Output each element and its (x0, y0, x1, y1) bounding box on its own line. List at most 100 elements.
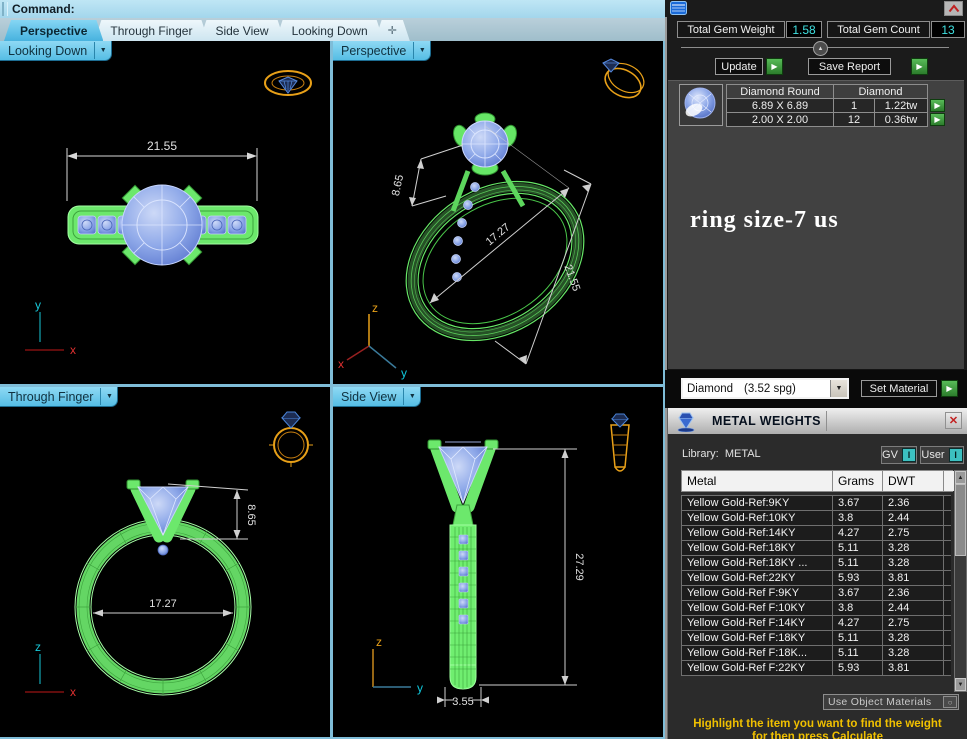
toolbar-grip-icon (2, 2, 8, 16)
save-report-button[interactable]: Save Report (808, 58, 891, 75)
scroll-up-button[interactable]: ▲ (955, 471, 966, 484)
metal-row[interactable]: Yellow Gold-Ref:9KY3.672.36 (681, 495, 951, 511)
user-toggle-button[interactable]: User I (920, 446, 964, 464)
app-window: Command: Perspective Through Finger Side… (0, 0, 967, 739)
gem-weight-cell[interactable]: 1.22tw (875, 99, 927, 112)
metal-row[interactable]: Yellow Gold-Ref F:10KY3.82.44 (681, 600, 951, 616)
dim-inner-diameter-text: 17.27 (484, 221, 513, 248)
viewport-menu-icon[interactable]: ▼ (404, 393, 420, 400)
dim-head-height-text: 8.65 (390, 174, 406, 197)
tab-perspective[interactable]: Perspective (4, 20, 103, 41)
perspective-canvas[interactable]: 8.65 17.27 21.55 z x y (333, 41, 663, 384)
chevron-up-icon: ▲ (818, 46, 824, 52)
metal-table-header: Metal Grams DWT (681, 470, 953, 492)
viewport-looking-down[interactable]: Looking Down ▼ 21.55 (0, 41, 330, 384)
update-go-button[interactable]: ▶ (766, 58, 783, 75)
viewport-through-finger-label[interactable]: Through Finger ▼ (0, 387, 118, 407)
gv-toggle-button[interactable]: GV I (881, 446, 917, 464)
dropdown-arrow-icon[interactable]: ▼ (830, 380, 847, 397)
tab-add-layout[interactable]: ✛ (375, 20, 410, 41)
instruction-line-1: Highlight the item you want to find the … (668, 718, 967, 731)
metal-row[interactable]: Yellow Gold-Ref F:22KY5.933.81 (681, 660, 951, 676)
metal-row[interactable]: Yellow Gold-Ref F:9KY3.672.36 (681, 585, 951, 601)
gem-weight-cell[interactable]: 0.36tw (875, 113, 927, 126)
axis-z-label: z (372, 301, 378, 315)
metal-weights-title: METAL WEIGHTS (712, 414, 821, 428)
play-icon: ▶ (934, 101, 940, 110)
gem-report-icon[interactable] (670, 1, 687, 15)
viewport-perspective-label[interactable]: Perspective ▼ (333, 41, 431, 61)
tab-side-view[interactable]: Side View (199, 20, 284, 41)
play-icon: ▶ (934, 115, 940, 124)
update-button[interactable]: Update (715, 58, 763, 75)
gem-size-cell[interactable]: 2.00 X 2.00 (727, 113, 833, 126)
column-metal[interactable]: Metal (682, 471, 832, 491)
dim-head-height-text: 8.65 (245, 504, 257, 525)
gem-row-go-button[interactable]: ▶ (930, 113, 945, 126)
viewport-menu-icon[interactable]: ▼ (101, 393, 117, 400)
collapse-panel-button[interactable] (944, 1, 963, 16)
dim-total-height-text: 27.29 (573, 553, 585, 581)
metal-row[interactable]: Yellow Gold-Ref:10KY3.82.44 (681, 510, 951, 526)
looking-down-canvas[interactable]: 21.55 (0, 41, 330, 384)
viewport-menu-icon[interactable]: ▼ (414, 47, 430, 54)
gem-thumbnail[interactable] (679, 84, 723, 126)
gem-row-go-button[interactable]: ▶ (930, 99, 945, 112)
tab-through-finger[interactable]: Through Finger (94, 20, 208, 41)
material-dropdown[interactable]: Diamond (3.52 spg) ▼ (681, 378, 849, 399)
splitter-handle[interactable]: ▲ (813, 41, 828, 56)
viewport-looking-down-label[interactable]: Looking Down ▼ (0, 41, 112, 61)
gem-count-cell[interactable]: 12 (834, 113, 874, 126)
side-view-canvas[interactable]: 27.29 3.55 z y (333, 387, 663, 737)
set-material-button[interactable]: Set Material (861, 380, 937, 397)
axis-gizmo: z x y (338, 301, 407, 380)
metal-row[interactable]: Yellow Gold-Ref F:18K...5.113.28 (681, 645, 951, 661)
scrollbar-thumb[interactable] (955, 484, 966, 556)
ring-thumbnail-profile-icon (611, 414, 629, 471)
metal-row[interactable]: Yellow Gold-Ref:14KY4.272.75 (681, 525, 951, 541)
column-grams[interactable]: Grams (833, 471, 882, 491)
dropdown-radio-icon[interactable]: ○ (943, 696, 957, 708)
ring-head (127, 480, 199, 555)
metal-weights-icon (674, 410, 698, 432)
tab-looking-down[interactable]: Looking Down (276, 20, 384, 41)
user-toggle-indicator[interactable]: I (949, 448, 963, 462)
viewport-side-view[interactable]: Side View ▼ (333, 387, 663, 737)
metal-weights-titlebar[interactable]: METAL WEIGHTS ✕ (668, 408, 967, 434)
axis-z-label: z (35, 640, 41, 654)
metal-row[interactable]: Yellow Gold-Ref F:14KY4.272.75 (681, 615, 951, 631)
use-object-materials-dropdown[interactable]: Use Object Materials ○ (823, 694, 959, 710)
scroll-down-icon: ▼ (958, 682, 964, 688)
metal-row[interactable]: Yellow Gold-Ref:18KY ...5.113.28 (681, 555, 951, 571)
close-button[interactable]: ✕ (945, 412, 962, 429)
save-report-go-button[interactable]: ▶ (911, 58, 928, 75)
column-dwt[interactable]: DWT (883, 471, 943, 491)
axis-gizmo: z x (25, 640, 76, 699)
through-finger-canvas[interactable]: 8.65 17.27 z x (0, 387, 330, 737)
total-gem-count-label: Total Gem Count (827, 21, 930, 38)
ring-top-view (68, 185, 258, 265)
material-strip: Diamond (3.52 spg) ▼ Set Material ▶ (665, 370, 967, 408)
viewport-side-view-label[interactable]: Side View ▼ (333, 387, 421, 407)
viewport-perspective[interactable]: Perspective ▼ (333, 41, 663, 384)
metal-row[interactable]: Yellow Gold-Ref:18KY5.113.28 (681, 540, 951, 556)
gem-report-panel: Total Gem Weight 1.58 Total Gem Count 13… (665, 0, 967, 739)
gv-toggle-indicator[interactable]: I (902, 448, 916, 462)
material-density: (3.52 spg) (744, 383, 830, 395)
set-material-go-button[interactable]: ▶ (941, 380, 958, 397)
metal-table-scrollbar[interactable]: ▲ ▼ (954, 470, 967, 692)
scroll-down-button[interactable]: ▼ (955, 678, 966, 691)
dim-width-text: 21.55 (147, 139, 177, 153)
metal-row[interactable]: Yellow Gold-Ref F:18KY5.113.28 (681, 630, 951, 646)
viewport-through-finger[interactable]: Through Finger ▼ (0, 387, 330, 737)
play-icon: ▶ (916, 62, 922, 71)
gem-size-cell[interactable]: 6.89 X 6.89 (727, 99, 833, 112)
command-bar[interactable]: Command: (0, 0, 667, 18)
dim-inner-diameter-text: 17.27 (149, 598, 177, 610)
dim-shank-width-text: 3.55 (452, 696, 473, 708)
gem-count-cell[interactable]: 1 (834, 99, 874, 112)
gem-table: Diamond Round Diamond 6.89 X 6.89 1 1.22… (726, 84, 928, 127)
axis-x-label: x (338, 357, 344, 371)
metal-row[interactable]: Yellow Gold-Ref:22KY5.933.81 (681, 570, 951, 586)
viewport-menu-icon[interactable]: ▼ (95, 47, 111, 54)
